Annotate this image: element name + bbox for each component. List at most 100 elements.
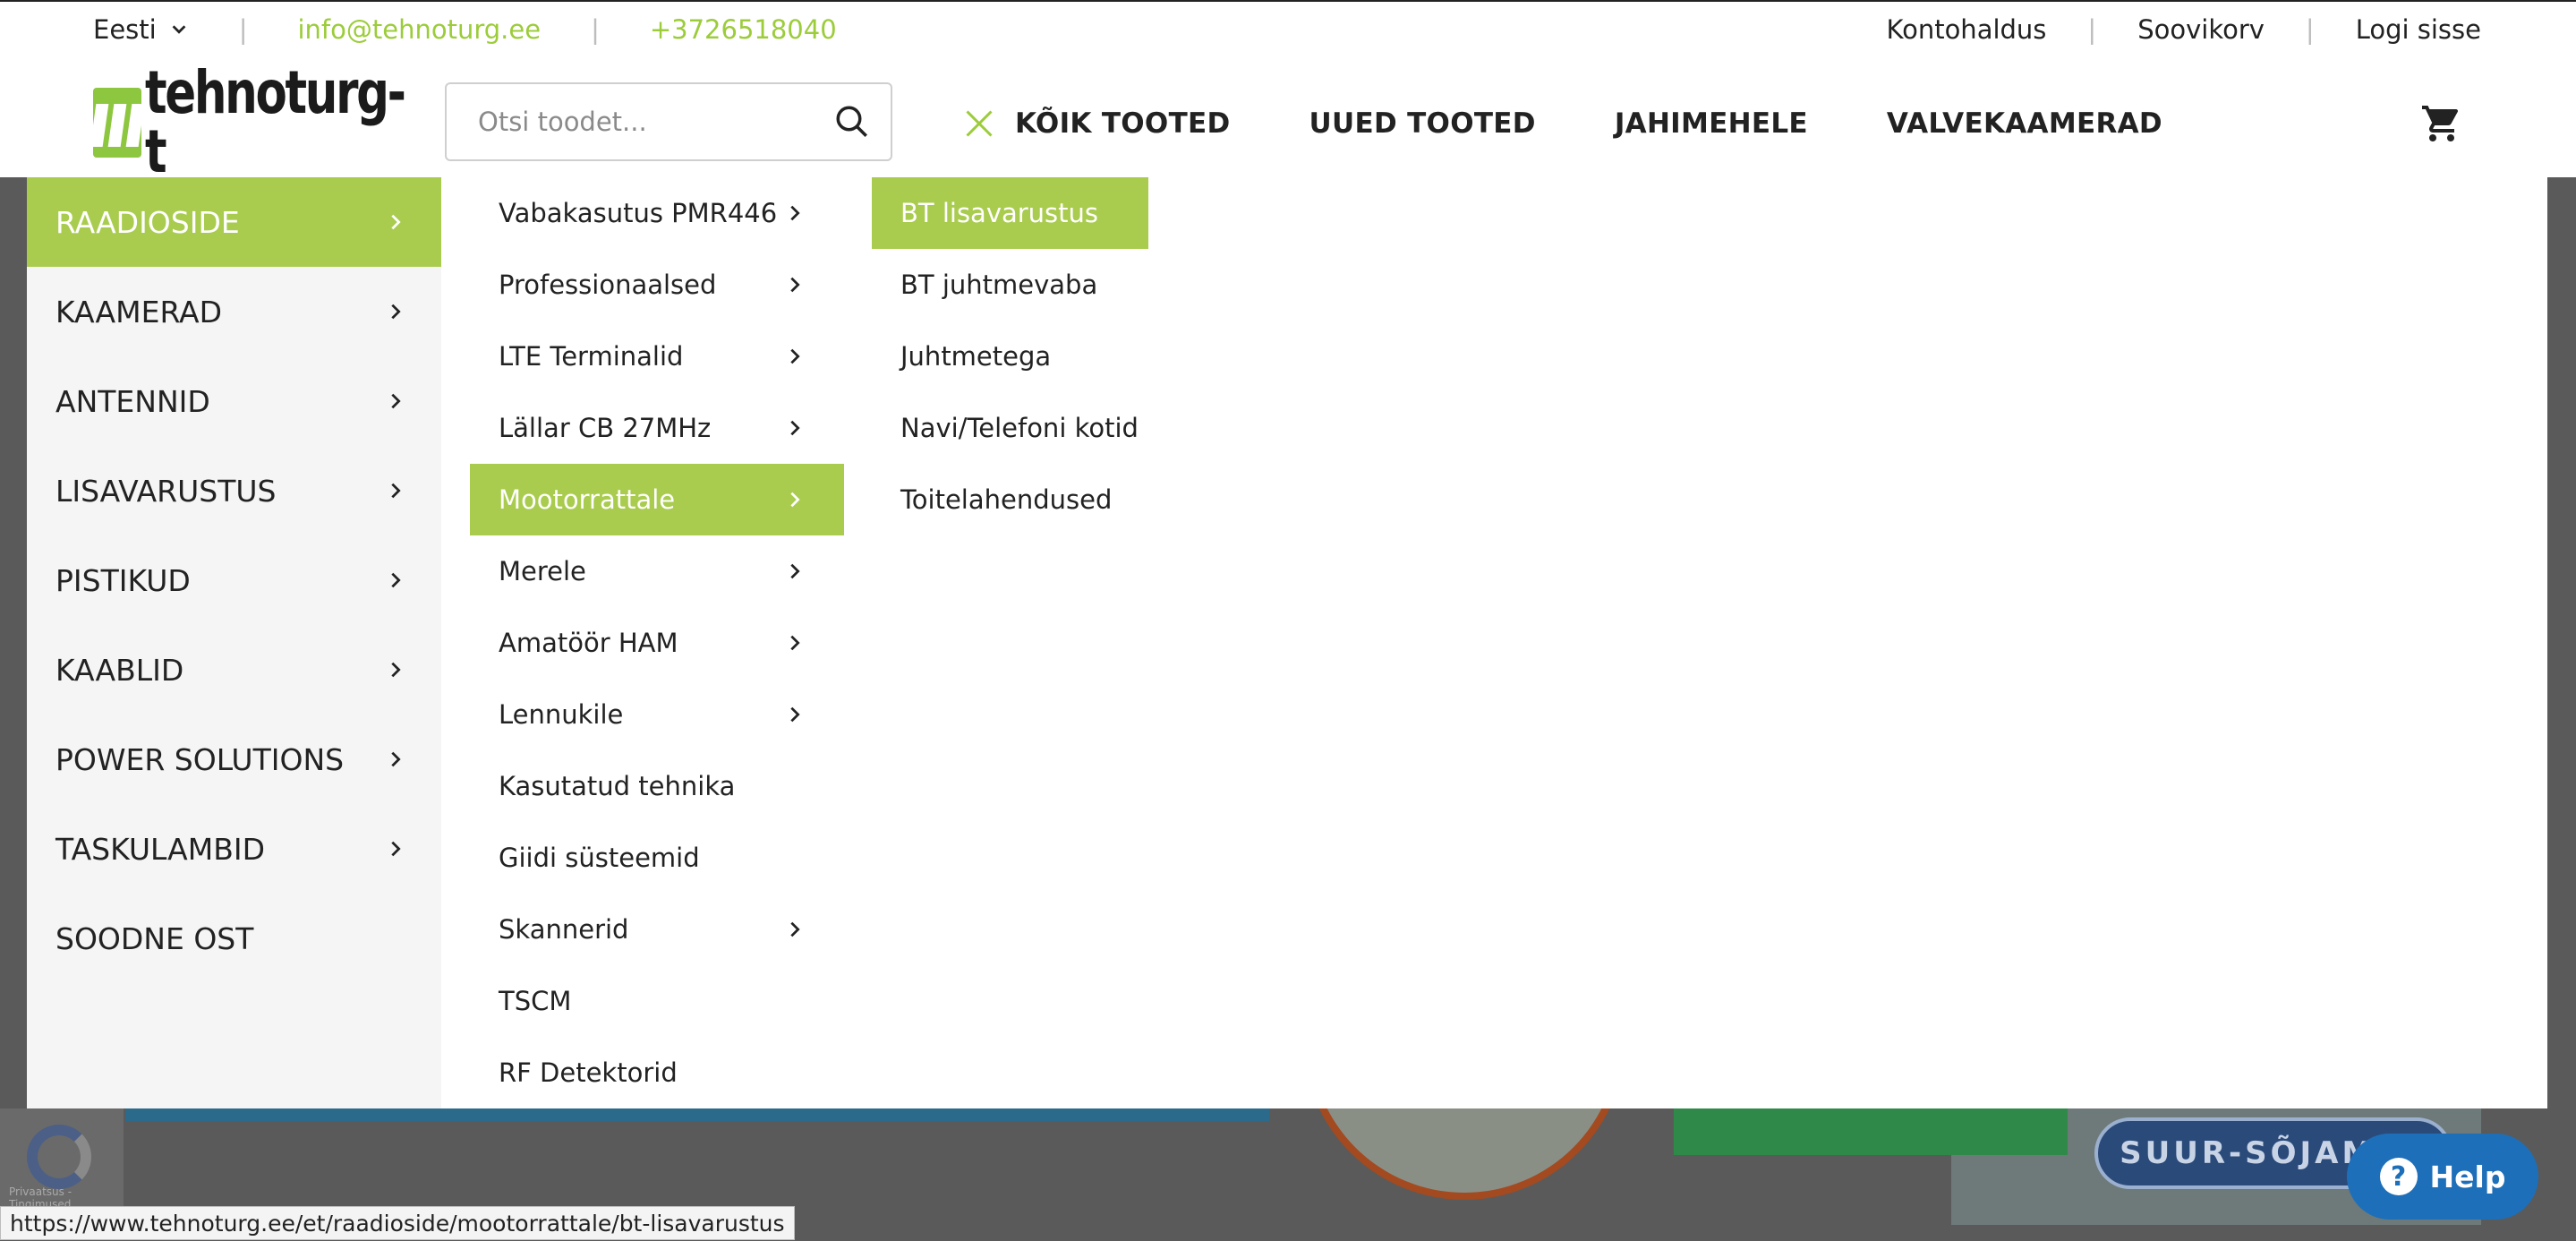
help-label: Help xyxy=(2429,1159,2506,1194)
category-label: ANTENNID xyxy=(55,383,210,419)
chevron-right-icon xyxy=(790,706,800,723)
account-link[interactable]: Kontohaldus xyxy=(1887,14,2047,45)
subcategory-label: TSCM xyxy=(499,986,572,1016)
category-label: POWER SOLUTIONS xyxy=(55,741,345,777)
subcategory-label: Vabakasutus PMR446 xyxy=(499,198,778,228)
chevron-right-icon xyxy=(391,751,401,767)
category-soodne-ost[interactable]: SOODNE OST xyxy=(27,894,441,983)
chevron-right-icon xyxy=(790,348,800,364)
login-link[interactable]: Logi sisse xyxy=(2356,14,2481,45)
subcategory-item[interactable]: Professionaalsed xyxy=(470,249,844,321)
subcategory-label: Skannerid xyxy=(499,914,629,945)
chevron-right-icon xyxy=(790,921,800,937)
subcategory-item-mootorrattale[interactable]: Mootorrattale xyxy=(470,464,844,535)
subcategory-item[interactable]: Merele xyxy=(470,535,844,607)
category-label: RAADIOSIDE xyxy=(55,204,240,240)
subcategory-item[interactable]: Giidi süsteemid xyxy=(470,822,844,894)
subcategory-item[interactable]: LTE Terminalid xyxy=(470,321,844,392)
wishlist-link[interactable]: Soovikorv xyxy=(2137,14,2265,45)
category-label: PISTIKUD xyxy=(55,562,191,598)
divider: | xyxy=(2087,14,2097,45)
category-kaamerad[interactable]: KAAMERAD xyxy=(27,267,441,356)
subcategory-item[interactable]: Kasutatud tehnika xyxy=(470,750,844,822)
chevron-right-icon xyxy=(391,662,401,678)
logo-text: tehnoturg-t xyxy=(145,58,406,186)
leaf-item-bt-lisavarustus[interactable]: BT lisavarustus xyxy=(872,177,1148,249)
category-label: KAABLID xyxy=(55,652,184,688)
subcategory-item[interactable]: Lennukile xyxy=(470,679,844,750)
search-box xyxy=(445,82,892,161)
leaf-item[interactable]: Juhtmetega xyxy=(872,321,1167,392)
recaptcha-badge[interactable]: Privaatsus - Tingimused xyxy=(0,1108,124,1216)
email-link[interactable]: info@tehnoturg.ee xyxy=(297,14,541,45)
phone-link[interactable]: +3726518040 xyxy=(650,14,837,45)
divider: | xyxy=(2305,14,2315,45)
search-icon[interactable] xyxy=(833,103,871,141)
background-green-panel xyxy=(1674,1108,2068,1155)
chevron-right-icon xyxy=(391,214,401,230)
subcategory-label: Lennukile xyxy=(499,699,624,730)
subcategory-label: Professionaalsed xyxy=(499,270,717,300)
site-logo[interactable]: tehnoturg-t xyxy=(90,64,410,182)
subcategory-column: Vabakasutus PMR446 Professionaalsed LTE … xyxy=(470,177,844,1108)
divider: | xyxy=(238,14,248,45)
search-input[interactable] xyxy=(476,106,833,138)
chevron-right-icon xyxy=(391,841,401,857)
leaf-item[interactable]: Navi/Telefoni kotid xyxy=(872,392,1167,464)
subcategory-item[interactable]: Vabakasutus PMR446 xyxy=(470,177,844,249)
subcategory-item[interactable]: TSCM xyxy=(470,965,844,1037)
question-icon: ? xyxy=(2379,1158,2418,1195)
category-kaablid[interactable]: KAABLID xyxy=(27,625,441,715)
category-pistikud[interactable]: PISTIKUD xyxy=(27,535,441,625)
category-radioside[interactable]: RAADIOSIDE xyxy=(27,177,441,267)
logo-mark-icon xyxy=(90,88,145,158)
subcategory-label: Mootorrattale xyxy=(499,484,676,515)
chevron-right-icon xyxy=(790,492,800,508)
help-button[interactable]: ? Help xyxy=(2347,1134,2538,1220)
chevron-right-icon xyxy=(391,304,401,320)
browser-status-url: https://www.tehnoturg.ee/et/raadioside/m… xyxy=(0,1206,795,1240)
category-taskulambid[interactable]: TASKULAMBID xyxy=(27,804,441,894)
subcategory-item[interactable]: RF Detektorid xyxy=(470,1037,844,1108)
divider: | xyxy=(591,14,600,45)
category-lisavarustus[interactable]: LISAVARUSTUS xyxy=(27,446,441,535)
category-column: RAADIOSIDE KAAMERAD ANTENNID LISAVARUSTU… xyxy=(27,177,441,1108)
language-label: Eesti xyxy=(93,14,157,45)
category-power-solutions[interactable]: POWER SOLUTIONS xyxy=(27,715,441,804)
chevron-right-icon xyxy=(391,483,401,499)
nav-all-products[interactable]: KÕIK TOOTED xyxy=(1015,107,1231,140)
chevron-right-icon xyxy=(391,393,401,409)
subcategory-label: Amatöör HAM xyxy=(499,628,678,658)
recaptcha-icon xyxy=(27,1125,91,1189)
top-bar: Eesti | info@tehnoturg.ee | +3726518040 … xyxy=(0,0,2576,56)
leaf-item[interactable]: BT juhtmevaba xyxy=(872,249,1167,321)
subcategory-item[interactable]: Amatöör HAM xyxy=(470,607,844,679)
category-label: KAAMERAD xyxy=(55,294,223,330)
nav-hunters[interactable]: JAHIMEHELE xyxy=(1615,107,1808,140)
nav-new-products[interactable]: UUED TOOTED xyxy=(1309,107,1536,140)
chevron-right-icon xyxy=(790,635,800,651)
language-selector[interactable]: Eesti xyxy=(93,14,189,45)
cart-icon[interactable] xyxy=(2420,102,2463,145)
subcategory-label: Merele xyxy=(499,556,586,586)
category-label: TASKULAMBID xyxy=(55,831,265,867)
close-icon[interactable] xyxy=(963,107,995,140)
subcategory-label: Lällar CB 27MHz xyxy=(499,413,712,443)
leaf-item[interactable]: Toitelahendused xyxy=(872,464,1167,535)
main-nav: KÕIK TOOTED UUED TOOTED JAHIMEHELE VALVE… xyxy=(963,107,2241,140)
category-antennid[interactable]: ANTENNID xyxy=(27,356,441,446)
subcategory-item[interactable]: Skannerid xyxy=(470,894,844,965)
site-header: tehnoturg-t KÕIK TOOTED UUED TOOTED JAHI… xyxy=(0,56,2576,182)
chevron-right-icon xyxy=(391,572,401,588)
subcategory-label: Kasutatud tehnika xyxy=(499,771,736,801)
leaf-column: BT lisavarustus BT juhtmevaba Juhtmetega… xyxy=(872,177,1167,535)
chevron-right-icon xyxy=(790,420,800,436)
subcategory-label: RF Detektorid xyxy=(499,1057,678,1088)
nav-security-cameras[interactable]: VALVEKAAMERAD xyxy=(1887,107,2162,140)
mega-menu: RAADIOSIDE KAAMERAD ANTENNID LISAVARUSTU… xyxy=(27,177,2547,1108)
category-label: SOODNE OST xyxy=(55,920,254,956)
subcategory-item[interactable]: Lällar CB 27MHz xyxy=(470,392,844,464)
background-strip xyxy=(125,1108,1269,1121)
subcategory-label: LTE Terminalid xyxy=(499,341,684,372)
chevron-right-icon xyxy=(790,205,800,221)
